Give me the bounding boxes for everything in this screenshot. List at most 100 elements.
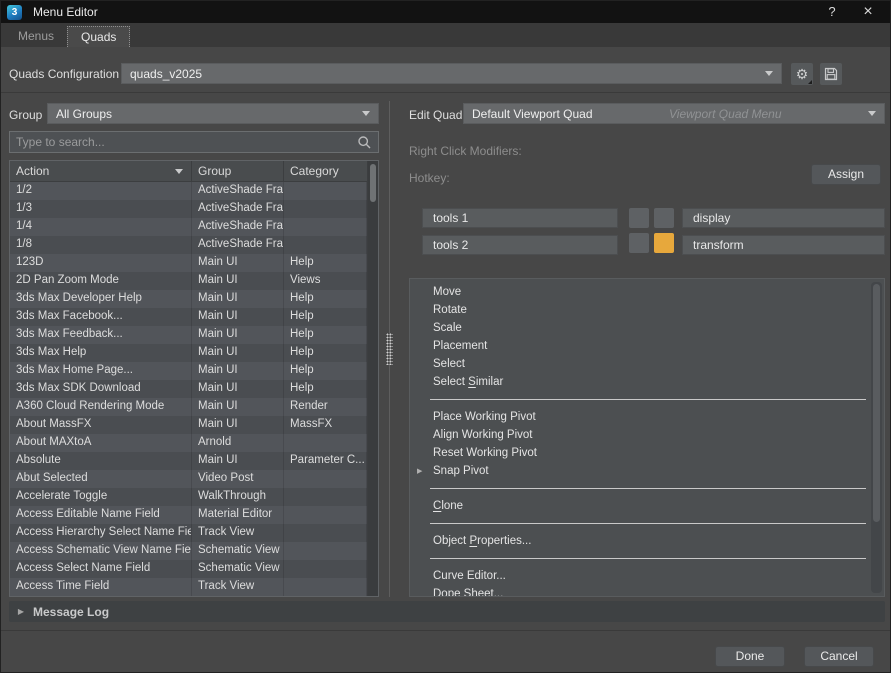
quads-configuration-combo[interactable]: quads_v2025	[121, 63, 782, 84]
quad-name-top-right[interactable]: display	[682, 208, 885, 228]
table-cell: Main UI	[192, 344, 284, 362]
hotkey-label: Hotkey:	[409, 171, 450, 185]
table-cell: ActiveShade Fra...	[192, 200, 284, 218]
table-row[interactable]: 123DMain UIHelp	[10, 254, 378, 272]
menu-item[interactable]: Select Similar	[410, 373, 884, 391]
table-row[interactable]: Accelerate ToggleWalkThrough	[10, 488, 378, 506]
message-log-label: Message Log	[33, 605, 109, 619]
menu-item[interactable]: Scale	[410, 319, 884, 337]
menu-item[interactable]: Rotate	[410, 301, 884, 319]
table-row[interactable]: 1/2ActiveShade Fra...	[10, 182, 378, 200]
table-cell	[284, 218, 367, 236]
menu-item[interactable]: ▶Snap Pivot	[410, 462, 884, 480]
column-header-group[interactable]: Group	[192, 161, 284, 181]
table-cell: 2D Pan Zoom Mode	[10, 272, 192, 290]
edit-quad-combo[interactable]: Default Viewport Quad Viewport Quad Menu	[463, 103, 885, 124]
table-cell: Material Editor	[192, 506, 284, 524]
table-cell: Help	[284, 344, 367, 362]
message-log-header[interactable]: ▶ Message Log	[9, 601, 885, 622]
table-row[interactable]: 2D Pan Zoom ModeMain UIViews	[10, 272, 378, 290]
menu-item-label: Placement	[433, 340, 487, 352]
table-row[interactable]: AbsoluteMain UIParameter C...	[10, 452, 378, 470]
tab-quads[interactable]: Quads	[67, 26, 130, 47]
table-cell: Main UI	[192, 326, 284, 344]
group-combo[interactable]: All Groups	[47, 103, 379, 124]
menu-item[interactable]: Align Working Pivot	[410, 426, 884, 444]
table-row[interactable]: 1/4ActiveShade Fra...	[10, 218, 378, 236]
quad-cell-top-left[interactable]	[629, 208, 649, 228]
table-row[interactable]: 1/3ActiveShade Fra...	[10, 200, 378, 218]
menu-item[interactable]: Object Properties...	[410, 532, 884, 550]
save-button[interactable]	[820, 63, 842, 85]
menu-item-label: Place Working Pivot	[433, 411, 536, 423]
help-button[interactable]: ?	[814, 1, 850, 23]
table-cell: About MAXtoA	[10, 434, 192, 452]
table-cell: Help	[284, 380, 367, 398]
tab-menus[interactable]: Menus	[5, 26, 67, 47]
window-title: Menu Editor	[33, 5, 98, 19]
menu-item[interactable]: Curve Editor...	[410, 567, 884, 585]
table-row[interactable]: 3ds Max HelpMain UIHelp	[10, 344, 378, 362]
table-row[interactable]: Access Editable Name FieldMaterial Edito…	[10, 506, 378, 524]
table-row[interactable]: Access Hierarchy Select Name FieldTrack …	[10, 524, 378, 542]
menu-item[interactable]: Dope Sheet...	[410, 585, 884, 597]
table-scrollbar-thumb[interactable]	[370, 164, 376, 202]
splitter-grip-handle[interactable]	[386, 333, 393, 365]
quad-name-bottom-left[interactable]: tools 2	[422, 235, 618, 255]
menu-item[interactable]: Clone	[410, 497, 884, 515]
table-row[interactable]: 3ds Max Feedback...Main UIHelp	[10, 326, 378, 344]
cancel-button[interactable]: Cancel	[804, 646, 874, 667]
menu-item[interactable]: Select	[410, 355, 884, 373]
menu-scrollbar[interactable]	[871, 282, 882, 593]
table-cell: 1/8	[10, 236, 192, 254]
table-cell: Main UI	[192, 416, 284, 434]
done-button[interactable]: Done	[715, 646, 785, 667]
table-row[interactable]: 3ds Max Home Page...Main UIHelp	[10, 362, 378, 380]
table-row[interactable]: Access Time FieldTrack View	[10, 578, 378, 596]
menu-item[interactable]: Reset Working Pivot	[410, 444, 884, 462]
column-header-category[interactable]: Category	[284, 161, 367, 181]
3dsmax-app-icon: 3	[7, 5, 22, 20]
table-row[interactable]: 3ds Max Developer HelpMain UIHelp	[10, 290, 378, 308]
table-row[interactable]: Access Schematic View Name FieldSchemati…	[10, 542, 378, 560]
quad-cell-bottom-left[interactable]	[629, 233, 649, 253]
quad-cell-top-right[interactable]	[654, 208, 674, 228]
menu-scrollbar-thumb[interactable]	[873, 284, 880, 522]
edit-quad-label: Edit Quad	[409, 108, 462, 122]
table-row[interactable]: About MassFXMain UIMassFX	[10, 416, 378, 434]
quad-name-top-left[interactable]: tools 1	[422, 208, 618, 228]
menu-item[interactable]: Placement	[410, 337, 884, 355]
table-row[interactable]: 3ds Max SDK DownloadMain UIHelp	[10, 380, 378, 398]
table-cell: Main UI	[192, 254, 284, 272]
right-click-modifiers-label: Right Click Modifiers:	[409, 144, 522, 158]
table-cell: Main UI	[192, 380, 284, 398]
menu-item[interactable]: Place Working Pivot	[410, 408, 884, 426]
quad-name-bottom-right[interactable]: transform	[682, 235, 885, 255]
table-row[interactable]: A360 Cloud Rendering ModeMain UIRender	[10, 398, 378, 416]
header-separator	[1, 92, 890, 93]
table-cell: Abut Selected	[10, 470, 192, 488]
close-button[interactable]: ×	[850, 1, 886, 23]
quad-cell-bottom-right-selected[interactable]	[654, 233, 674, 253]
action-table-body: 1/2ActiveShade Fra...1/3ActiveShade Fra.…	[10, 182, 378, 596]
table-cell: Track View	[192, 524, 284, 542]
options-gear-button[interactable]: ⚙	[791, 63, 813, 85]
menu-item-label: Reset Working Pivot	[433, 447, 537, 459]
table-row[interactable]: Abut SelectedVideo Post	[10, 470, 378, 488]
menu-item[interactable]: Move	[410, 283, 884, 301]
table-cell: 3ds Max SDK Download	[10, 380, 192, 398]
table-cell	[284, 434, 367, 452]
table-cell: Main UI	[192, 362, 284, 380]
search-input[interactable]	[16, 135, 357, 149]
quad-menu-panel: MoveRotateScale Placement SelectSelect Sim…	[409, 278, 885, 597]
table-row[interactable]: About MAXtoAArnold	[10, 434, 378, 452]
assign-button[interactable]: Assign	[811, 164, 881, 185]
table-row[interactable]: 3ds Max Facebook...Main UIHelp	[10, 308, 378, 326]
table-row[interactable]: Access Select Name FieldSchematic View	[10, 560, 378, 578]
table-cell: Main UI	[192, 308, 284, 326]
table-cell: 3ds Max Home Page...	[10, 362, 192, 380]
column-header-action[interactable]: Action	[10, 161, 192, 181]
table-row[interactable]: 1/8ActiveShade Fra...	[10, 236, 378, 254]
table-scrollbar[interactable]	[367, 161, 378, 596]
table-cell: 123D	[10, 254, 192, 272]
